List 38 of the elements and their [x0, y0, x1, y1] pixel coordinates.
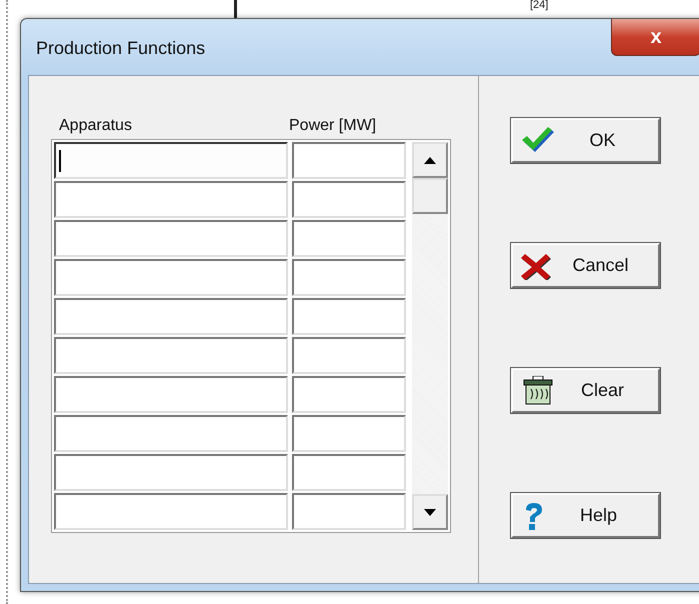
column-header: Power [MW]: [289, 116, 376, 136]
input-field[interactable]: [54, 220, 288, 257]
scrollbar[interactable]: [412, 142, 448, 530]
column-header: Apparatus: [58, 116, 133, 136]
scroll-up-button[interactable]: [412, 142, 448, 178]
input-field[interactable]: [54, 493, 288, 530]
input-field[interactable]: [292, 142, 406, 179]
check-icon: [521, 126, 555, 154]
input-field[interactable]: [54, 298, 288, 335]
x-icon: [521, 252, 551, 280]
input-field[interactable]: [54, 454, 288, 491]
cancel-button[interactable]: Cancel: [511, 243, 660, 288]
input-field[interactable]: [292, 181, 406, 218]
input-field[interactable]: [54, 415, 288, 452]
ok-button[interactable]: OK: [511, 118, 660, 163]
input-field[interactable]: [292, 454, 406, 491]
input-field[interactable]: [292, 259, 406, 296]
scroll-down-button[interactable]: [412, 494, 448, 530]
input-field[interactable]: [292, 376, 406, 413]
down-arrow-icon: [424, 508, 436, 516]
input-field[interactable]: [54, 259, 288, 296]
input-field[interactable]: [54, 376, 288, 413]
input-field[interactable]: [292, 298, 406, 335]
up-arrow-icon: [424, 156, 436, 164]
input-field[interactable]: [292, 415, 406, 452]
input-field[interactable]: [292, 220, 406, 257]
window-title: Production Functions: [35, 36, 206, 60]
input-field[interactable]: [292, 493, 406, 530]
trash-can-icon: [521, 376, 555, 406]
scroll-thumb[interactable]: [412, 178, 448, 214]
input-field[interactable]: [54, 181, 288, 218]
input-field[interactable]: [54, 337, 288, 374]
close-button[interactable]: x: [611, 19, 699, 56]
input-field[interactable]: [292, 337, 406, 374]
page-label: [24]: [530, 0, 548, 11]
input-field[interactable]: [54, 142, 288, 179]
help-button[interactable]: Help: [511, 493, 660, 538]
clear-button[interactable]: Clear: [511, 368, 660, 413]
